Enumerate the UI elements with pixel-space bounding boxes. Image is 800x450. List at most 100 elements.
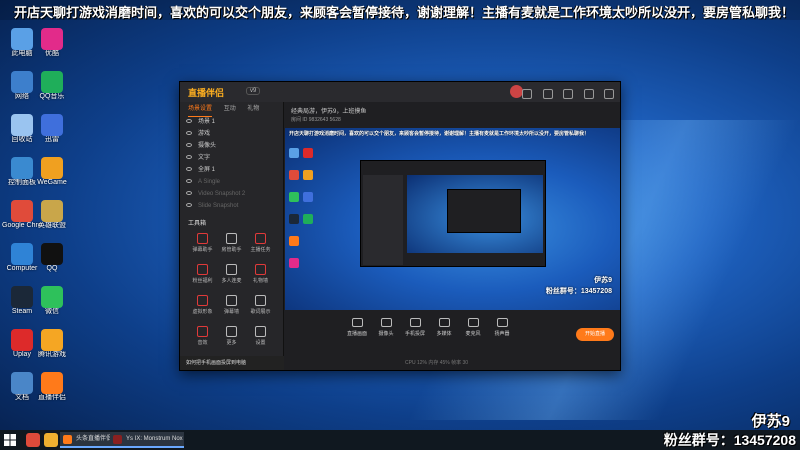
tool-button[interactable]: 虚拟形象: [188, 293, 217, 324]
tool-button[interactable]: 多人连麦: [217, 262, 246, 293]
tool-button[interactable]: 主播任务: [246, 231, 275, 262]
eye-icon[interactable]: [186, 191, 192, 195]
tool-label: 弹幕助手: [192, 247, 213, 253]
preview-desktop-icon: [303, 170, 313, 180]
tool-button[interactable]: 粉丝福利: [188, 262, 217, 293]
file-explorer-icon[interactable]: [44, 433, 58, 447]
preview-desktop-icon: [289, 170, 299, 180]
eye-icon[interactable]: [186, 143, 192, 147]
scene-label: 全屏 1: [198, 167, 216, 173]
preview-desktop-icon: [303, 192, 313, 202]
bell-icon[interactable]: [563, 89, 574, 99]
desktop-icon[interactable]: QQ音乐: [32, 71, 72, 115]
tab-interact[interactable]: 互动: [224, 102, 236, 116]
scene-item[interactable]: 摄像头: [180, 140, 283, 152]
scene-item[interactable]: 游戏: [180, 128, 283, 140]
app-icon: [11, 200, 33, 222]
status-bar: CPU 12% 内存 45% 帧率 30: [405, 360, 469, 366]
tool-label: 主播任务: [250, 247, 271, 253]
eye-icon[interactable]: [186, 167, 192, 171]
scene-item[interactable]: A Single: [180, 176, 283, 188]
desktop-icon[interactable]: 直播伴侣: [32, 372, 72, 416]
tool-icon: [226, 326, 237, 337]
source-control-button[interactable]: 麦克风: [459, 318, 487, 337]
tab-gifts[interactable]: 礼物: [247, 102, 259, 116]
tool-icon: [255, 326, 266, 337]
preview-area: 经典局游，伊苏9，上班摸鱼 房间 ID 9832643 5628 开店天聊打游戏…: [285, 102, 620, 370]
app-icon: [41, 329, 63, 351]
tool-label: 弹幕墙: [223, 309, 239, 315]
source-control-button[interactable]: 手机投屏: [401, 318, 429, 337]
stream-subinfo: 房间 ID 9832643 5628: [291, 117, 341, 123]
control-icon: [351, 318, 363, 327]
tool-button[interactable]: 礼物墙: [246, 262, 275, 293]
stream-title: 经典局游，伊苏9，上班摸鱼: [291, 109, 367, 115]
desktop-icon-label: 腾讯游戏: [38, 351, 66, 358]
eye-icon[interactable]: [186, 155, 192, 159]
desktop-icon[interactable]: WeGame: [32, 157, 72, 201]
control-label: 摄像头: [378, 331, 394, 337]
desktop-icon[interactable]: 迅雷: [32, 114, 72, 158]
desktop-icon[interactable]: 腾讯游戏: [32, 329, 72, 373]
desktop-icon[interactable]: 微信: [32, 286, 72, 330]
app-icon: [41, 372, 63, 394]
minimize-icon[interactable]: [583, 89, 594, 99]
eye-icon[interactable]: [186, 131, 192, 135]
source-control-button[interactable]: 多媒体: [430, 318, 458, 337]
chrome-icon[interactable]: [26, 433, 40, 447]
preview-canvas[interactable]: 开店天聊打游戏消磨时间，喜欢的可以交个朋友，来顾客会暂停接待，谢谢理解！主播有麦…: [285, 128, 620, 310]
window-titlebar[interactable]: 直播伴侣 v9: [180, 82, 620, 102]
app-icon: [41, 28, 63, 50]
desktop-icon[interactable]: 英雄联盟: [32, 200, 72, 244]
tool-icon: [226, 264, 237, 275]
scene-label: Video Snapshot 2: [198, 191, 246, 197]
windows-start-icon[interactable]: [4, 434, 16, 446]
eye-icon[interactable]: [186, 179, 192, 183]
eye-icon[interactable]: [186, 203, 192, 207]
scene-item[interactable]: Video Snapshot 2: [180, 188, 283, 200]
tool-button[interactable]: 设置: [246, 324, 275, 355]
scene-item[interactable]: 场景 1: [180, 116, 283, 128]
toolbox-grid: 弹幕助手 房管助手 主播任务粉丝福利 多人连麦 礼物墙 虚拟形象 弹幕墙 歌词展示 音效 更多 设置: [180, 231, 283, 355]
app-icon: [11, 243, 33, 265]
control-label: 多媒体: [436, 331, 452, 337]
source-control-button[interactable]: 摄像头: [372, 318, 400, 337]
tool-button[interactable]: 弹幕助手: [188, 231, 217, 262]
preview-overlay-fans: 粉丝群号：13457208: [545, 288, 612, 295]
phone-cast-tip[interactable]: 如何把手机画面投屏到电脑: [180, 356, 284, 370]
source-control-button[interactable]: 直播画面: [343, 318, 371, 337]
start-live-button[interactable]: 开始直播: [576, 328, 614, 341]
desktop-icon-label: 优酷: [45, 50, 59, 57]
desktop-icon[interactable]: 优酷: [32, 28, 72, 72]
scene-label: Slide Snapshot: [198, 203, 239, 209]
tool-button[interactable]: 弹幕墙: [217, 293, 246, 324]
tool-button[interactable]: 房管助手: [217, 231, 246, 262]
gift-icon[interactable]: [522, 89, 533, 99]
preview-desktop-icon: [289, 236, 299, 246]
eye-icon[interactable]: [186, 119, 192, 123]
scene-item[interactable]: Slide Snapshot: [180, 200, 283, 212]
tool-button[interactable]: 更多: [217, 324, 246, 355]
scene-item[interactable]: 文字: [180, 152, 283, 164]
control-label: 手机投屏: [404, 331, 425, 337]
close-icon[interactable]: [604, 89, 614, 99]
live-companion-icon: [63, 435, 72, 444]
app-icon: [11, 372, 33, 394]
tab-scenes[interactable]: 场景设置: [188, 102, 213, 117]
desktop-icon[interactable]: QQ: [32, 243, 72, 287]
preview-overlay-name: 伊苏9: [594, 277, 612, 284]
source-control-button[interactable]: 扬声器: [488, 318, 516, 337]
overlay-fans-group: 粉丝群号：13457208: [663, 432, 796, 448]
app-icon: [11, 286, 33, 308]
tool-button[interactable]: 歌词展示: [246, 293, 275, 324]
recursive-left-panel: [363, 175, 403, 265]
recursive-preview-window: [360, 160, 546, 267]
lock-icon[interactable]: [542, 89, 553, 99]
desktop-icon-label: 直播伴侣: [38, 394, 66, 401]
app-icon: [41, 71, 63, 93]
control-label: 扬声器: [494, 331, 510, 337]
tool-button[interactable]: 音效: [188, 324, 217, 355]
scene-item[interactable]: 全屏 1: [180, 164, 283, 176]
live-companion-window[interactable]: 直播伴侣 v9 场景设置 互动 礼物 场景 1 游戏 摄像头 文字 全屏 1A Sing…: [179, 81, 621, 371]
taskbar-app-game[interactable]: Ys IX: Monstrum Nox: [110, 432, 184, 448]
